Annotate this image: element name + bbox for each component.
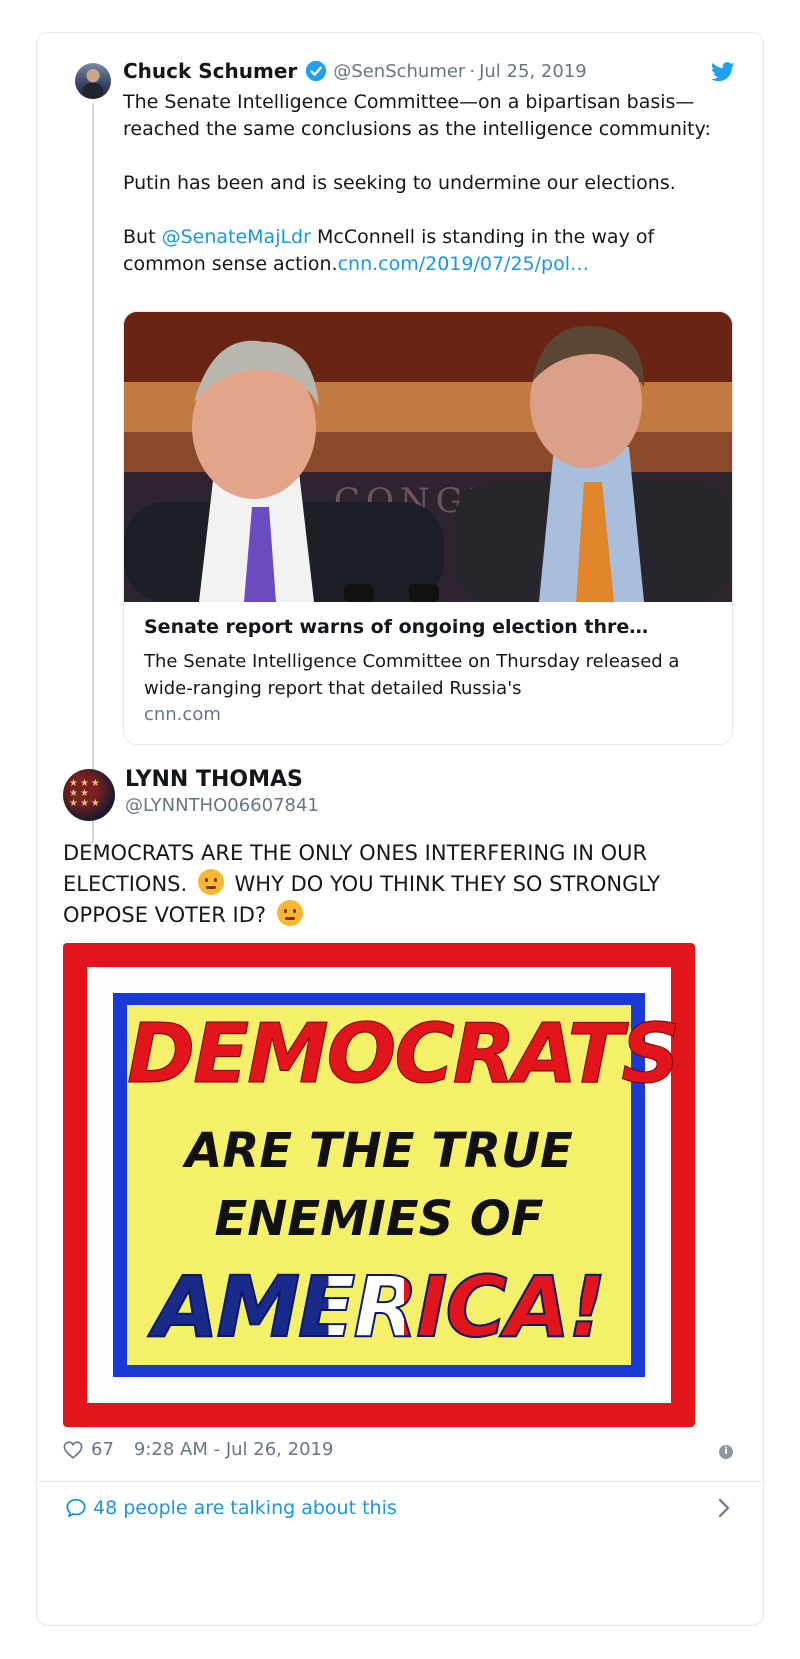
tweet-meta: 67 9:28 AM - Jul 26, 2019 xyxy=(63,1439,333,1460)
article-photo-illustration: CONGRE xyxy=(124,312,732,602)
avatar-stars-decoration: ★★★ ★★ ★★★ xyxy=(69,778,102,809)
link-card-title: Senate report warns of ongoing election … xyxy=(144,616,649,638)
link-preview-card[interactable]: CONGRE Senate report warns of ongoing el… xyxy=(123,311,733,745)
schumer-avatar[interactable] xyxy=(75,63,111,99)
poster-line-1: DEMOCRATS xyxy=(127,1007,681,1103)
link-card-description: The Senate Intelligence Committee on Thu… xyxy=(144,651,680,699)
header-separator: · xyxy=(469,60,476,82)
poster-yellow-panel: DEMOCRATS ARE THE TRUE ENEMIES OF AMERIC… xyxy=(127,1005,681,1365)
like-count[interactable]: 67 xyxy=(91,1439,114,1460)
poster-line-2: ARE THE TRUE xyxy=(185,1123,573,1179)
comment-bubble-icon xyxy=(66,1498,86,1518)
poster-line-4: AMERICA! xyxy=(127,1258,631,1356)
link-card-domain: cnn.com xyxy=(144,704,221,725)
embedded-tweet-card: Chuck Schumer @SenSchumer · Jul 25, 2019… xyxy=(36,32,764,1626)
quoted-author-handle[interactable]: @SenSchumer xyxy=(333,61,465,82)
author-name[interactable]: LYNN THOMAS xyxy=(125,767,303,792)
heart-icon[interactable] xyxy=(63,1440,83,1459)
raised-eyebrow-emoji-icon xyxy=(197,869,224,895)
quoted-tweet-header: Chuck Schumer @SenSchumer · Jul 25, 2019 xyxy=(123,59,587,83)
mention-link[interactable]: @SenateMajLdr xyxy=(162,226,311,248)
author-handle[interactable]: @LYNNTHO06607841 xyxy=(125,795,319,816)
quoted-text-paragraph-2: Putin has been and is seeking to undermi… xyxy=(123,172,676,194)
chevron-right-icon[interactable] xyxy=(717,1497,731,1519)
twitter-bird-icon[interactable] xyxy=(711,61,735,83)
quoted-author-name[interactable]: Chuck Schumer xyxy=(123,59,297,83)
info-icon[interactable]: i xyxy=(719,1445,733,1459)
poster-line-3: ENEMIES OF xyxy=(214,1191,544,1247)
lynn-thomas-avatar[interactable]: ★★★ ★★ ★★★ xyxy=(63,769,115,821)
tweet-text: DEMOCRATS ARE THE ONLY ONES INTERFERING … xyxy=(63,838,743,931)
tweet-timestamp[interactable]: 9:28 AM - Jul 26, 2019 xyxy=(134,1439,334,1460)
tweet-image[interactable]: DEMOCRATS ARE THE TRUE ENEMIES OF AMERIC… xyxy=(63,943,695,1427)
verified-badge-icon xyxy=(306,60,327,82)
article-photo: CONGRE xyxy=(124,312,732,602)
poster-blue-border: DEMOCRATS ARE THE TRUE ENEMIES OF AMERIC… xyxy=(113,993,681,1377)
talking-about-text[interactable]: 48 people are talking about this xyxy=(93,1497,397,1519)
article-url-link[interactable]: cnn.com/2019/07/25/pol… xyxy=(338,253,589,275)
quoted-tweet-text: The Senate Intelligence Committee—on a b… xyxy=(123,89,723,278)
thread-line xyxy=(92,103,94,843)
quoted-text-paragraph-3: But @SenateMajLdr McConnell is standing … xyxy=(123,224,723,278)
poster-white-border: DEMOCRATS ARE THE TRUE ENEMIES OF AMERIC… xyxy=(87,967,681,1403)
quoted-tweet-date[interactable]: Jul 25, 2019 xyxy=(479,61,587,82)
divider xyxy=(37,1481,763,1482)
thinking-face-emoji-icon xyxy=(276,900,303,926)
talking-about-link[interactable]: 48 people are talking about this xyxy=(65,1497,397,1519)
quoted-text-paragraph-1: The Senate Intelligence Committee—on a b… xyxy=(123,91,711,140)
text-prefix: But xyxy=(123,226,162,248)
